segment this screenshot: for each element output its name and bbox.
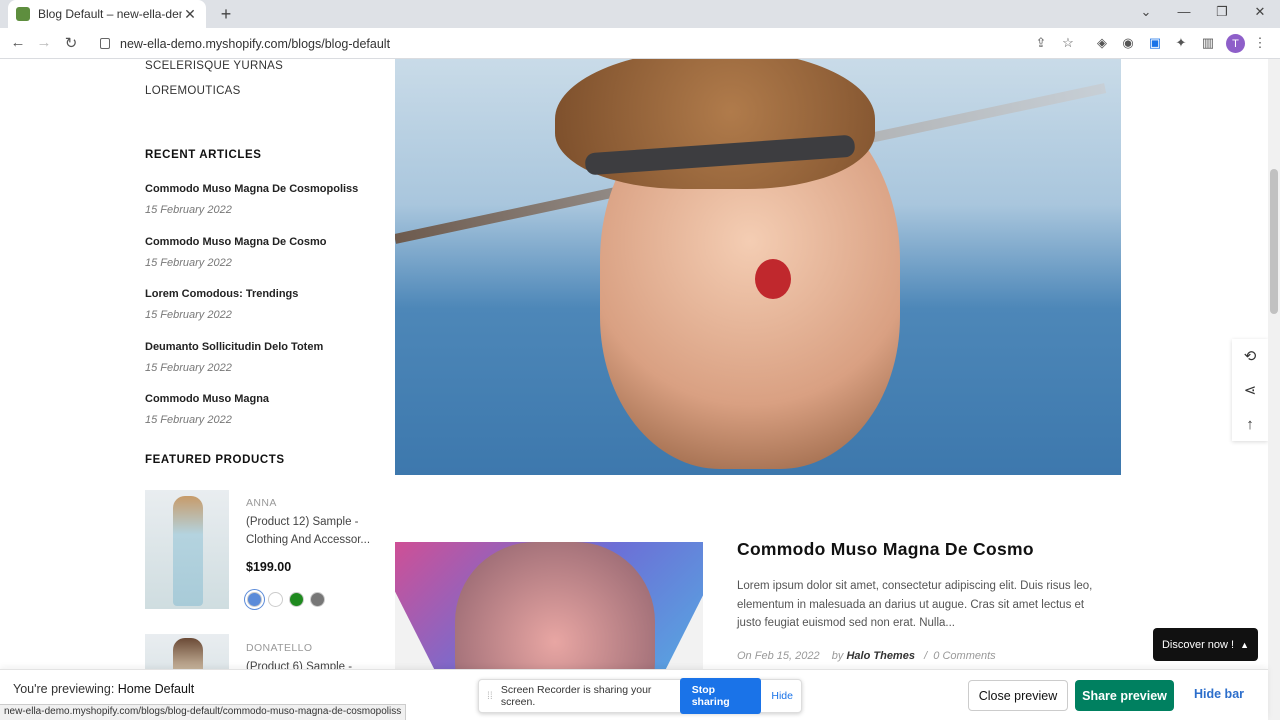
post-comments[interactable]: 0 Comments bbox=[933, 650, 995, 662]
sidebar-tag-link[interactable]: SCELERISQUE YURNAS bbox=[145, 60, 283, 72]
color-swatch-blue[interactable] bbox=[247, 592, 262, 607]
product-price: $199.00 bbox=[246, 560, 292, 574]
recent-articles-heading: RECENT ARTICLES bbox=[145, 149, 262, 161]
sidebar-tag-link[interactable]: LOREMOUTICAS bbox=[145, 85, 241, 97]
blog-page: SCELERISQUE YURNAS LOREMOUTICAS RECENT A… bbox=[0, 59, 1268, 720]
recent-article-title[interactable]: Deumanto Sollicitudin Delo Totem bbox=[145, 341, 323, 353]
reload-icon[interactable]: ↻ bbox=[61, 34, 81, 52]
discover-label: Discover now ! bbox=[1161, 638, 1235, 651]
maximize-button[interactable]: ❐ bbox=[1212, 4, 1232, 20]
recently-viewed-icon[interactable]: ⟲ bbox=[1232, 339, 1268, 373]
extension-badge-icon[interactable]: ◈ bbox=[1093, 35, 1111, 51]
recent-article-title[interactable]: Commodo Muso Magna De Cosmopoliss bbox=[145, 183, 358, 195]
side-panel-icon[interactable]: ▥ bbox=[1199, 35, 1217, 51]
minimize-button[interactable]: — bbox=[1174, 4, 1194, 19]
url-field[interactable]: new-ella-demo.myshopify.com/blogs/blog-d… bbox=[92, 32, 1162, 55]
shopify-favicon-icon bbox=[16, 7, 30, 21]
hide-bar-link[interactable]: Hide bar bbox=[1194, 687, 1244, 701]
stop-sharing-button[interactable]: Stop sharing bbox=[679, 678, 762, 714]
post-by: by bbox=[831, 650, 844, 662]
product-vendor[interactable]: DONATELLO bbox=[246, 642, 312, 654]
address-bar: ← → ↻ new-ella-demo.myshopify.com/blogs/… bbox=[0, 28, 1280, 59]
drag-handle-icon[interactable]: ⁞⁞ bbox=[487, 690, 493, 702]
browser-tab[interactable]: Blog Default – new-ella-demo ✕ bbox=[8, 0, 206, 28]
new-tab-button[interactable]: + bbox=[216, 4, 236, 25]
page-scrollbar[interactable] bbox=[1268, 59, 1280, 720]
share-preview-button[interactable]: Share preview bbox=[1075, 680, 1174, 711]
status-bar-url: new-ella-demo.myshopify.com/blogs/blog-d… bbox=[0, 704, 407, 720]
product-vendor[interactable]: ANNA bbox=[246, 497, 277, 509]
screen-share-message: Screen Recorder is sharing your screen. bbox=[500, 684, 652, 708]
preview-label-text: You're previewing: bbox=[13, 682, 115, 696]
recent-article-title[interactable]: Lorem Comodous: Trendings bbox=[145, 288, 298, 300]
share-page-icon[interactable]: ⇪ bbox=[1032, 35, 1050, 51]
strawberry bbox=[755, 259, 791, 299]
recent-article-date: 15 February 2022 bbox=[145, 414, 232, 426]
preview-label: You're previewing: Home Default bbox=[13, 682, 194, 696]
recent-article-title[interactable]: Commodo Muso Magna De Cosmo bbox=[145, 236, 327, 248]
blog-hero-image[interactable] bbox=[395, 59, 1121, 475]
screen-share-notice: ⁞⁞ Screen Recorder is sharing your scree… bbox=[478, 678, 802, 714]
product-image[interactable] bbox=[145, 490, 229, 609]
screen-record-icon[interactable]: ▣ bbox=[1146, 35, 1164, 51]
tab-search-icon[interactable]: ⌄ bbox=[1136, 4, 1156, 20]
recent-article-date: 15 February 2022 bbox=[145, 257, 232, 269]
preview-theme-name: Home Default bbox=[117, 682, 195, 696]
browser-tab-strip: Blog Default – new-ella-demo ✕ + ⌄ — ❐ ✕ bbox=[0, 0, 1280, 28]
tab-close-icon[interactable]: ✕ bbox=[182, 6, 198, 23]
browser-menu-icon[interactable]: ⋮ bbox=[1251, 35, 1269, 51]
extensions-puzzle-icon[interactable]: ✦ bbox=[1172, 35, 1190, 51]
floating-toolbar: ⟲ ⋖ ↑ bbox=[1232, 339, 1268, 441]
scrollbar-thumb[interactable] bbox=[1270, 169, 1278, 314]
hide-notice-button[interactable]: Hide bbox=[771, 690, 793, 702]
url-text: new-ella-demo.myshopify.com/blogs/blog-d… bbox=[120, 36, 391, 51]
color-swatch-green[interactable] bbox=[289, 592, 304, 607]
featured-products-heading: FEATURED PRODUCTS bbox=[145, 454, 285, 466]
post-excerpt: Lorem ipsum dolor sit amet, consectetur … bbox=[737, 580, 1093, 629]
close-window-button[interactable]: ✕ bbox=[1250, 4, 1270, 20]
post-date: On Feb 15, 2022 bbox=[737, 650, 820, 662]
close-preview-button[interactable]: Close preview bbox=[968, 680, 1068, 711]
post-title[interactable]: Commodo Muso Magna De Cosmo bbox=[737, 539, 1034, 560]
tab-title: Blog Default – new-ella-demo bbox=[38, 7, 182, 21]
discover-now-button[interactable]: Discover now ! ▲ bbox=[1153, 628, 1258, 661]
back-icon[interactable]: ← bbox=[8, 34, 28, 51]
profile-avatar[interactable]: T bbox=[1226, 34, 1245, 53]
recent-article-date: 15 February 2022 bbox=[145, 204, 232, 216]
product-name[interactable]: (Product 12) Sample - Clothing And Acces… bbox=[246, 513, 376, 549]
color-swatch-grey[interactable] bbox=[310, 592, 325, 607]
forward-icon[interactable]: → bbox=[34, 34, 54, 51]
recent-article-title[interactable]: Commodo Muso Magna bbox=[145, 393, 269, 405]
chevron-up-icon: ▲ bbox=[1240, 639, 1250, 650]
bookmark-star-icon[interactable]: ☆ bbox=[1059, 35, 1077, 51]
back-to-top-icon[interactable]: ↑ bbox=[1232, 407, 1268, 441]
product-model bbox=[173, 496, 203, 606]
post-meta: On Feb 15, 2022 by Halo Themes / 0 Comme… bbox=[737, 650, 996, 662]
recent-article-date: 15 February 2022 bbox=[145, 309, 232, 321]
color-swatch-white[interactable] bbox=[268, 592, 283, 607]
camera-icon[interactable]: ◉ bbox=[1119, 35, 1137, 51]
post-author[interactable]: Halo Themes bbox=[846, 650, 914, 662]
lock-icon bbox=[100, 38, 110, 49]
recent-article-date: 15 February 2022 bbox=[145, 362, 232, 374]
share-icon[interactable]: ⋖ bbox=[1232, 373, 1268, 407]
